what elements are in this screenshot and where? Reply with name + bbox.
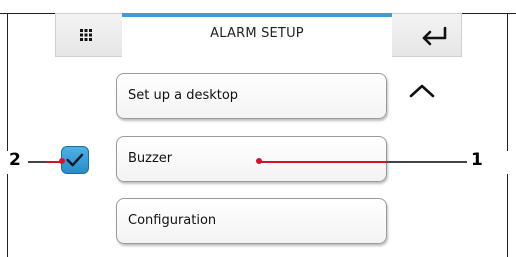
callout-number-1: 1 [471, 150, 483, 170]
chevron-up-icon[interactable] [409, 83, 435, 99]
callout-2-leader-red [46, 161, 60, 163]
frame-right-bottom [507, 174, 508, 257]
alarm-setup-screen: ALARM SETUP Set up a desktop Buzzer Conf… [0, 0, 516, 257]
menu-item-label: Buzzer [128, 151, 173, 166]
menu-item-label: Configuration [128, 213, 217, 228]
callout-1-leader-red [260, 161, 390, 163]
frame-left-top [7, 13, 8, 151]
menu-item-buzzer[interactable]: Buzzer [116, 136, 387, 182]
grid-menu-icon [80, 29, 92, 41]
frame-top-left [0, 13, 55, 14]
buzzer-checkbox[interactable] [61, 146, 89, 174]
menu-item-set-up-desktop[interactable]: Set up a desktop [116, 73, 387, 119]
page-title: ALARM SETUP [210, 26, 304, 41]
callout-number-2: 2 [9, 150, 21, 170]
frame-left-bottom [7, 174, 8, 257]
checkmark-icon [66, 153, 84, 167]
menu-item-configuration[interactable]: Configuration [116, 198, 387, 244]
callout-1-leader [387, 161, 467, 163]
frame-right-top [507, 13, 508, 151]
enter-return-icon [422, 26, 447, 46]
header-accent-bar [122, 13, 392, 17]
menu-item-label: Set up a desktop [128, 88, 239, 103]
